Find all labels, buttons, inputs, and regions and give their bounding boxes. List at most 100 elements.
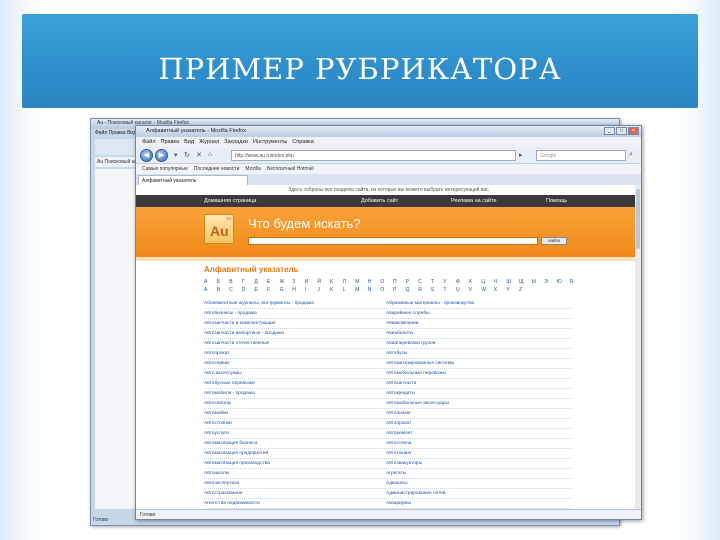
maximize-button[interactable]: □	[616, 127, 627, 135]
category-link[interactable]: Автобусные перевозки	[204, 379, 389, 389]
alphabet-letter-link[interactable]: I	[305, 287, 306, 293]
alphabet-letter-link[interactable]: Ш	[506, 279, 511, 285]
menu-view[interactable]: Вид	[184, 139, 194, 145]
alphabet-letter-link[interactable]: J	[317, 287, 320, 293]
alphabet-letter-link[interactable]: B	[217, 287, 220, 293]
au-logo[interactable]: Au ru	[204, 214, 234, 244]
category-link[interactable]: Авто аксессуары	[204, 369, 389, 379]
category-link[interactable]: Автоматизация бизнеса	[204, 439, 389, 449]
category-link[interactable]: Автокредиты	[386, 389, 571, 399]
category-link[interactable]: Автостекла	[386, 439, 571, 449]
category-link[interactable]: Автостоянки	[204, 419, 389, 429]
category-link[interactable]: Автоэвакуаторы	[386, 459, 571, 469]
tab-alphabet-index[interactable]: Алфавитный указатель	[138, 175, 248, 185]
category-link[interactable]: Автомойки	[204, 409, 389, 419]
category-link[interactable]: Автосервис	[204, 359, 389, 369]
category-link[interactable]: Авиаперевозки грузов	[386, 339, 571, 349]
alphabet-letter-link[interactable]: L	[343, 287, 346, 293]
home-icon[interactable]: ⌂	[208, 151, 212, 158]
alphabet-letter-link[interactable]: О	[380, 279, 384, 285]
forward-arrow-icon[interactable]: ▶	[155, 149, 168, 162]
alphabet-letter-link[interactable]: З	[292, 279, 295, 285]
alphabet-letter-link[interactable]: Ц	[481, 279, 485, 285]
alphabet-letter-link[interactable]: R	[418, 287, 422, 293]
menu-edit[interactable]: Правка	[161, 139, 180, 145]
alphabet-letter-link[interactable]: O	[380, 287, 384, 293]
alphabet-letter-link[interactable]: И	[305, 279, 309, 285]
alphabet-letter-link[interactable]: Ж	[280, 279, 285, 285]
bookmark-item[interactable]: Бесплатный Hotmail	[267, 166, 314, 172]
category-link[interactable]: Автошколы	[204, 469, 389, 479]
alphabet-letter-link[interactable]: Т	[431, 279, 434, 285]
alphabet-letter-link[interactable]: Л	[343, 279, 346, 285]
category-link[interactable]: Автомобильные аксессуары	[386, 399, 571, 409]
alphabet-letter-link[interactable]: T	[443, 287, 446, 293]
category-link[interactable]: Автобизнесы - продажа	[204, 309, 389, 319]
menu-bookmarks[interactable]: Закладки	[224, 139, 248, 145]
nav-help-link[interactable]: Помощь	[546, 198, 567, 204]
alphabet-letter-link[interactable]: Й	[317, 279, 321, 285]
category-link[interactable]: Автоматизация предприятий	[204, 449, 389, 459]
site-search-input[interactable]	[248, 237, 538, 245]
go-icon[interactable]: ▸	[519, 151, 523, 159]
category-link[interactable]: Автосалоны	[204, 399, 389, 409]
alphabet-letter-link[interactable]: Z	[519, 287, 522, 293]
alphabet-letter-link[interactable]: Q	[406, 287, 410, 293]
bookmark-item[interactable]: Последние новости	[194, 166, 240, 172]
category-link[interactable]: Автозапчасти и комплектующие	[204, 319, 389, 329]
alphabet-letter-link[interactable]: E	[254, 287, 257, 293]
alphabet-letter-link[interactable]: W	[481, 287, 486, 293]
dropdown-icon[interactable]: ▾	[174, 151, 178, 159]
alphabet-letter-link[interactable]: Ф	[456, 279, 460, 285]
alphabet-letter-link[interactable]: М	[355, 279, 359, 285]
alphabet-letter-link[interactable]: C	[229, 287, 233, 293]
nav-add-site-link[interactable]: Добавить сайт	[361, 198, 398, 204]
alphabet-letter-link[interactable]: Э	[544, 279, 548, 285]
search-input[interactable]: Google	[536, 150, 626, 161]
scrollbar[interactable]	[635, 185, 641, 510]
alphabet-letter-link[interactable]: Y	[506, 287, 509, 293]
category-link[interactable]: Автопрокат	[386, 419, 571, 429]
alphabet-letter-link[interactable]: В	[229, 279, 232, 285]
alphabet-letter-link[interactable]: Ю	[557, 279, 562, 285]
category-link[interactable]: Абонементные журналы, инструменты - прод…	[204, 299, 389, 309]
alphabet-letter-link[interactable]: M	[355, 287, 359, 293]
category-link[interactable]: Автопрокат	[204, 349, 389, 359]
category-link[interactable]: Автозапчасти	[386, 379, 571, 389]
alphabet-letter-link[interactable]: Е	[267, 279, 270, 285]
category-link[interactable]: Автозапчасти отечественные	[204, 339, 389, 349]
minimize-button[interactable]: _	[604, 127, 615, 135]
category-link[interactable]: Автозапчасти импортные - продажа	[204, 329, 389, 339]
alphabet-letter-link[interactable]: G	[280, 287, 284, 293]
alphabet-letter-link[interactable]: S	[431, 287, 434, 293]
menu-history[interactable]: Журнал	[199, 139, 219, 145]
alphabet-letter-link[interactable]: Ч	[494, 279, 497, 285]
find-button[interactable]: найти	[541, 237, 567, 245]
alphabet-letter-link[interactable]: P	[393, 287, 396, 293]
alphabet-letter-link[interactable]: Г	[242, 279, 245, 285]
category-link[interactable]: Аквариумы	[386, 499, 571, 509]
category-link[interactable]: Автомобили - продажа	[204, 389, 389, 399]
category-link[interactable]: Автоуслуги	[204, 429, 389, 439]
category-link[interactable]: Авиакомпании	[386, 319, 571, 329]
alphabet-letter-link[interactable]: N	[368, 287, 372, 293]
menu-tools[interactable]: Инструменты	[253, 139, 287, 145]
alphabet-letter-link[interactable]: Р	[406, 279, 409, 285]
scrollbar-thumb[interactable]	[636, 189, 640, 249]
menu-help[interactable]: Справка	[292, 139, 314, 145]
nav-advertising-link[interactable]: Реклама на сайте	[451, 198, 497, 204]
alphabet-letter-link[interactable]: К	[330, 279, 333, 285]
alphabet-letter-link[interactable]: А	[204, 279, 207, 285]
category-link[interactable]: Автоматизация производства	[204, 459, 389, 469]
category-link[interactable]: Автолизинг	[386, 409, 571, 419]
alphabet-letter-link[interactable]: Н	[368, 279, 372, 285]
category-link[interactable]: Автобусы	[386, 349, 571, 359]
back-arrow-icon[interactable]: ◀	[140, 149, 153, 162]
alphabet-letter-link[interactable]: D	[242, 287, 246, 293]
alphabet-letter-link[interactable]: A	[204, 287, 207, 293]
menu-file[interactable]: Файл	[142, 139, 156, 145]
category-link[interactable]: Авторемонт	[386, 429, 571, 439]
alphabet-letter-link[interactable]: Б	[217, 279, 220, 285]
alphabet-letter-link[interactable]: Д	[254, 279, 257, 285]
category-link[interactable]: Авиабилеты	[386, 329, 571, 339]
